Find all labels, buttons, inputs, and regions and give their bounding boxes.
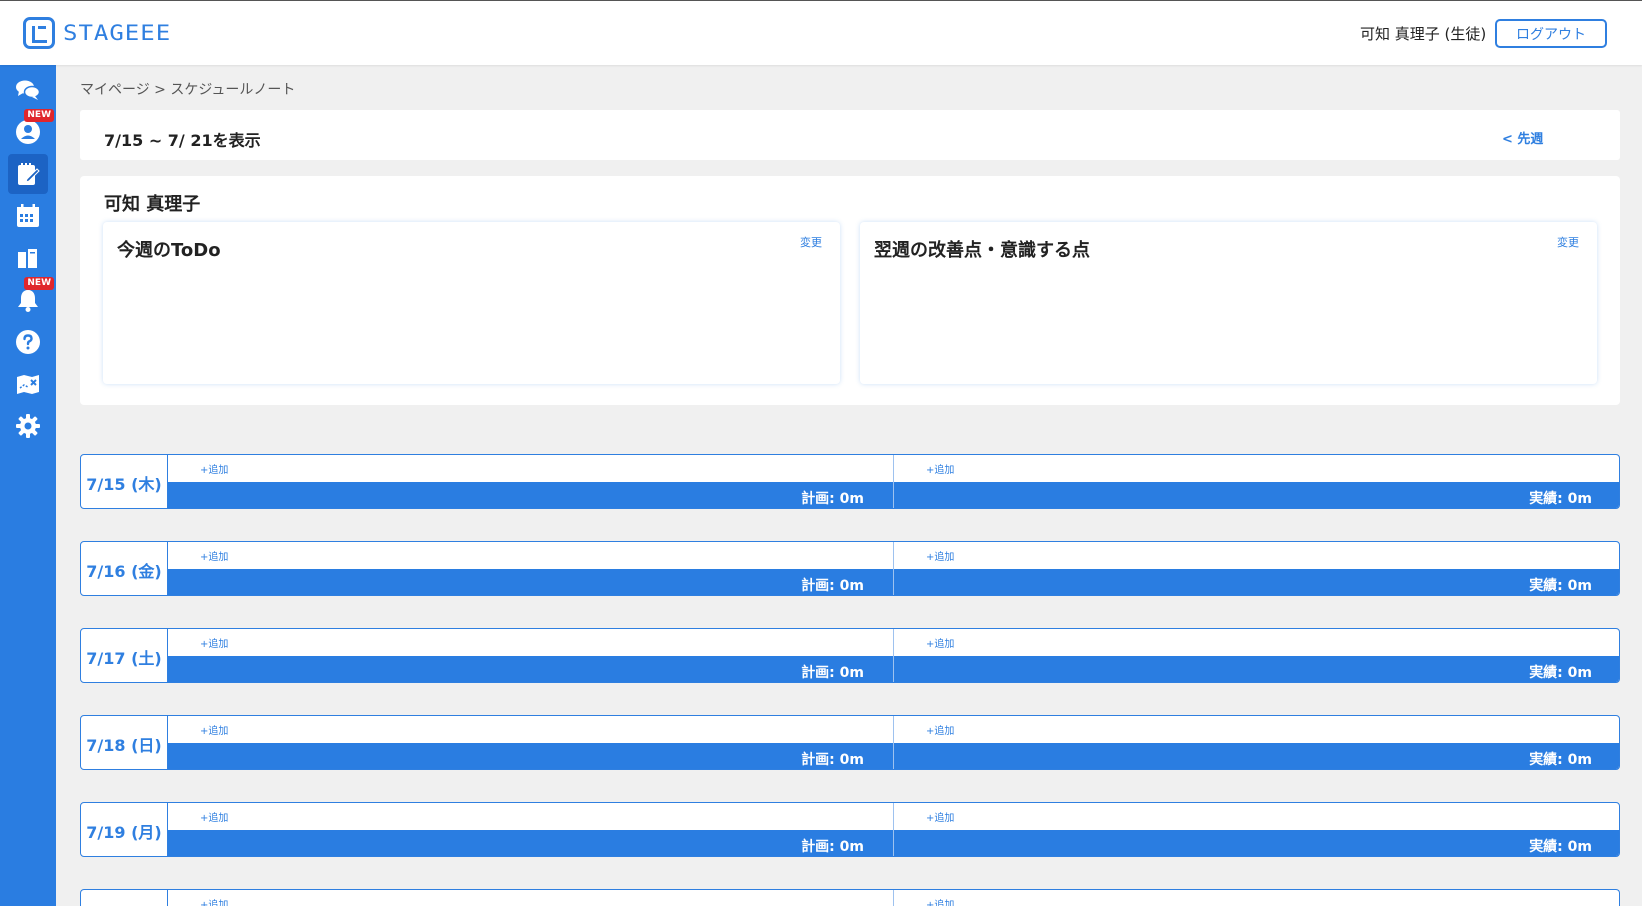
improvement-box: 翌週の改善点・意識する点 変更 xyxy=(860,222,1597,384)
actual-total-bar: 実績: 0m xyxy=(894,743,1619,769)
add-plan-link[interactable]: +追加 xyxy=(200,896,228,906)
sidebar-item-notifications[interactable]: NEW xyxy=(8,277,54,320)
day-date: 7/19 (月) xyxy=(81,803,168,856)
plan-column: +追加 計画: 0m xyxy=(168,455,894,508)
plan-column: +追加 計画: 0m xyxy=(168,803,894,856)
book-icon xyxy=(18,249,37,268)
actual-total: 実績: 0m xyxy=(1529,578,1592,594)
day-row: 7/15 (木) +追加 計画: 0m +追加 実績: 0m xyxy=(80,454,1620,509)
add-actual-link[interactable]: +追加 xyxy=(926,548,954,563)
user-name: 可知 真理子 (生徒) xyxy=(1360,25,1487,43)
actual-total-bar: 実績: 0m xyxy=(894,569,1619,595)
plan-column: +追加 xyxy=(168,890,894,906)
day-row: 7/18 (日) +追加 計画: 0m +追加 実績: 0m xyxy=(80,715,1620,770)
day-row: +追加 +追加 xyxy=(80,889,1620,906)
add-actual-link[interactable]: +追加 xyxy=(926,722,954,737)
gear-icon xyxy=(16,414,40,438)
improvement-title: 翌週の改善点・意識する点 xyxy=(874,240,1090,261)
plan-total: 計画: 0m xyxy=(801,665,864,681)
sidebar-item-schedule-note[interactable] xyxy=(8,154,48,194)
plan-column: +追加 計画: 0m xyxy=(168,542,894,595)
plan-total: 計画: 0m xyxy=(801,578,864,594)
actual-total-bar: 実績: 0m xyxy=(894,656,1619,682)
add-actual-link[interactable]: +追加 xyxy=(926,635,954,650)
add-plan-link[interactable]: +追加 xyxy=(200,548,228,563)
add-plan-link[interactable]: +追加 xyxy=(200,809,228,824)
actual-total: 実績: 0m xyxy=(1529,665,1592,681)
profile-icon xyxy=(16,120,40,144)
day-row: 7/16 (金) +追加 計画: 0m +追加 実績: 0m xyxy=(80,541,1620,596)
plan-total-bar: 計画: 0m xyxy=(168,482,893,508)
student-card: 可知 真理子 今週のToDo 変更 翌週の改善点・意識する点 変更 xyxy=(80,176,1620,405)
sidebar-item-calendar[interactable] xyxy=(8,196,48,236)
week-range-bar: 7/15 ~ 7/ 21を表示 < 先週 xyxy=(80,110,1620,160)
sidebar-item-profile[interactable]: NEW xyxy=(8,109,54,152)
todo-change-link[interactable]: 変更 xyxy=(800,234,822,250)
day-date: 7/15 (木) xyxy=(81,455,168,508)
sidebar-item-settings[interactable] xyxy=(8,406,48,446)
add-plan-link[interactable]: +追加 xyxy=(200,722,228,737)
bell-icon xyxy=(18,290,38,312)
sidebar-item-map[interactable] xyxy=(8,364,48,404)
day-date: 7/18 (日) xyxy=(81,716,168,769)
actual-column: +追加 実績: 0m xyxy=(894,455,1619,508)
improvement-change-link[interactable]: 変更 xyxy=(1557,234,1579,250)
add-actual-link[interactable]: +追加 xyxy=(926,896,954,906)
add-plan-link[interactable]: +追加 xyxy=(200,635,228,650)
actual-column: +追加 実績: 0m xyxy=(894,716,1619,769)
sidebar-item-books[interactable] xyxy=(8,238,48,278)
add-plan-link[interactable]: +追加 xyxy=(200,461,228,476)
actual-column: +追加 実績: 0m xyxy=(894,629,1619,682)
add-actual-link[interactable]: +追加 xyxy=(926,809,954,824)
week-range-title: 7/15 ~ 7/ 21を表示 xyxy=(104,131,261,150)
todo-box: 今週のToDo 変更 xyxy=(103,222,840,384)
actual-column: +追加 実績: 0m xyxy=(894,542,1619,595)
logo-text: STAGEEE xyxy=(63,20,172,46)
actual-column: +追加 実績: 0m xyxy=(894,803,1619,856)
plan-total-bar: 計画: 0m xyxy=(168,569,893,595)
student-name: 可知 真理子 xyxy=(104,194,201,215)
day-date: 7/17 (土) xyxy=(81,629,168,682)
actual-total: 実績: 0m xyxy=(1529,491,1592,507)
breadcrumb[interactable]: マイページ > スケジュールノート xyxy=(80,79,295,99)
actual-total-bar: 実績: 0m xyxy=(894,830,1619,856)
plan-column: +追加 計画: 0m xyxy=(168,716,894,769)
stageee-logo[interactable]: STAGEEE xyxy=(23,17,171,49)
help-icon xyxy=(16,330,40,354)
plan-total-bar: 計画: 0m xyxy=(168,743,893,769)
logout-button[interactable]: ログアウト xyxy=(1495,19,1607,48)
plan-total-bar: 計画: 0m xyxy=(168,656,893,682)
actual-total-bar: 実績: 0m xyxy=(894,482,1619,508)
day-date: 7/16 (金) xyxy=(81,542,168,595)
new-badge: NEW xyxy=(24,277,54,290)
prev-week-link[interactable]: < 先週 xyxy=(1502,128,1543,147)
new-badge: NEW xyxy=(24,109,54,122)
top-header: STAGEEE 可知 真理子 (生徒) ログアウト xyxy=(0,0,1642,65)
plan-total: 計画: 0m xyxy=(801,839,864,855)
chat-icon xyxy=(16,80,41,100)
schedule-note-icon xyxy=(18,163,40,185)
day-row: 7/19 (月) +追加 計画: 0m +追加 実績: 0m xyxy=(80,802,1620,857)
day-date xyxy=(81,890,168,906)
plan-total: 計画: 0m xyxy=(801,752,864,768)
plan-total-bar: 計画: 0m xyxy=(168,830,893,856)
add-actual-link[interactable]: +追加 xyxy=(926,461,954,476)
calendar-icon xyxy=(17,204,39,227)
plan-total: 計画: 0m xyxy=(801,491,864,507)
todo-title: 今週のToDo xyxy=(117,240,221,261)
plan-column: +追加 計画: 0m xyxy=(168,629,894,682)
sidebar: NEW NEW xyxy=(0,65,56,906)
day-row: 7/17 (土) +追加 計画: 0m +追加 実績: 0m xyxy=(80,628,1620,683)
actual-total: 実績: 0m xyxy=(1529,752,1592,768)
sidebar-item-help[interactable] xyxy=(8,322,48,362)
actual-total: 実績: 0m xyxy=(1529,839,1592,855)
sidebar-item-chat[interactable] xyxy=(8,70,48,110)
logo-mark-icon xyxy=(23,17,55,49)
actual-column: +追加 xyxy=(894,890,1619,906)
map-icon xyxy=(17,375,39,394)
